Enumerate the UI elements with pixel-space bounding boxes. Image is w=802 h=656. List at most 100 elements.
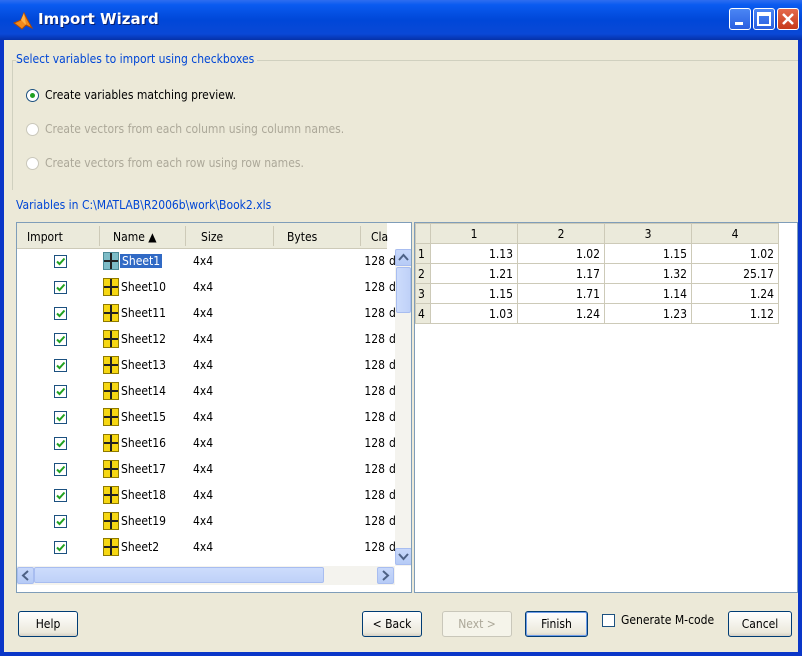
table-row[interactable]: Sheet194x4128double [17, 509, 395, 535]
table-row[interactable]: Sheet134x4128double [17, 353, 395, 379]
preview-cell[interactable]: 1.24 [517, 303, 605, 324]
variable-name: Sheet12 [121, 332, 166, 346]
import-checkbox[interactable] [54, 307, 67, 320]
title-bar[interactable]: Import Wizard [0, 0, 802, 40]
variable-matrix-icon [103, 512, 119, 530]
variable-bytes: 128 [364, 488, 385, 502]
table-row[interactable]: Sheet154x4128double [17, 405, 395, 431]
table-row[interactable]: Sheet144x4128double [17, 379, 395, 405]
checkmark-icon [56, 413, 66, 422]
generate-mcode-checkbox[interactable] [602, 614, 615, 627]
variable-bytes: 128 [364, 540, 385, 554]
preview-grid: 1 2 3 4 1 1.13 1.02 1.15 1.02 2 1.21 1.17 1.32 25.17 3… [414, 222, 798, 593]
import-checkbox[interactable] [54, 541, 67, 554]
preview-row: 1 1.13 1.02 1.15 1.02 [415, 243, 779, 264]
preview-cell[interactable]: 1.17 [517, 263, 605, 284]
table-row[interactable]: Sheet104x4128double [17, 275, 395, 301]
scroll-up-button[interactable] [395, 249, 411, 266]
column-header-name[interactable]: Name ▲ [113, 230, 157, 244]
variable-matrix-icon [103, 382, 119, 400]
scroll-down-button[interactable] [395, 548, 411, 565]
arrow-left-icon [21, 570, 29, 581]
import-checkbox[interactable] [54, 333, 67, 346]
vertical-scroll-thumb[interactable] [396, 267, 411, 313]
variable-bytes: 128 [364, 514, 385, 528]
preview-cell[interactable]: 1.32 [604, 263, 692, 284]
preview-cell[interactable]: 1.03 [430, 303, 518, 324]
help-button[interactable]: Help [18, 611, 78, 637]
table-row[interactable]: Sheet174x4128double [17, 457, 395, 483]
preview-cell[interactable]: 25.17 [691, 263, 779, 284]
variable-bytes: 128 [364, 358, 385, 372]
finish-button[interactable]: Finish [525, 611, 588, 637]
scroll-left-button[interactable] [17, 567, 34, 584]
table-row[interactable]: Sheet24x4128double [17, 535, 395, 561]
back-button-label: < Back [372, 617, 412, 631]
variable-bytes: 128 [364, 436, 385, 450]
window-title: Import Wizard [38, 10, 159, 28]
vertical-scrollbar[interactable] [395, 249, 411, 566]
preview-cell[interactable]: 1.12 [691, 303, 779, 324]
preview-row: 3 1.15 1.71 1.14 1.24 [415, 283, 779, 304]
variables-table: Import Name ▲ Size Bytes Cla Sheet1 4x4 12… [16, 222, 412, 593]
variable-name: Sheet16 [121, 436, 166, 450]
checkmark-icon [56, 257, 66, 266]
import-checkbox[interactable] [54, 463, 67, 476]
table-row[interactable]: Sheet14x4128double [17, 249, 395, 275]
import-checkbox[interactable] [54, 515, 67, 528]
horizontal-scroll-thumb[interactable] [34, 567, 324, 583]
import-checkbox[interactable] [54, 437, 67, 450]
table-row[interactable]: Sheet124x4128double [17, 327, 395, 353]
import-checkbox[interactable] [54, 255, 67, 268]
variable-size: 4x4 [193, 280, 214, 294]
preview-cell[interactable]: 1.23 [604, 303, 692, 324]
column-header-bytes[interactable]: Bytes [287, 230, 317, 244]
import-checkbox[interactable] [54, 489, 67, 502]
column-header-import[interactable]: Import [27, 230, 63, 244]
radio-button-selected[interactable] [26, 88, 39, 102]
checkmark-icon [56, 465, 66, 474]
radio-button-disabled [26, 122, 39, 136]
close-icon [782, 13, 794, 25]
options-group-label: Select variables to import using checkbo… [16, 52, 258, 66]
preview-cell[interactable]: 1.02 [691, 243, 779, 264]
table-row[interactable]: Sheet114x4128double [17, 301, 395, 327]
import-checkbox[interactable] [54, 359, 67, 372]
import-checkbox[interactable] [54, 385, 67, 398]
preview-cell[interactable]: 1.21 [430, 263, 518, 284]
variable-name: Sheet2 [121, 540, 160, 554]
variable-bytes: 128 [364, 384, 385, 398]
import-checkbox[interactable] [54, 411, 67, 424]
variable-bytes: 128 [364, 462, 385, 476]
preview-cell[interactable]: 1.15 [604, 243, 692, 264]
preview-cell[interactable]: 1.71 [517, 283, 605, 304]
preview-header-row: 1234 [415, 223, 779, 244]
variable-name: Sheet15 [121, 410, 166, 424]
radio-create-matching-label: Create variables matching preview. [45, 88, 237, 102]
variable-matrix-icon [103, 460, 119, 478]
preview-cell[interactable]: 1.15 [430, 283, 518, 304]
preview-cell[interactable]: 1.24 [691, 283, 779, 304]
preview-cell[interactable]: 1.14 [604, 283, 692, 304]
radio-create-matching[interactable]: Create variables matching preview. [26, 88, 236, 102]
table-row[interactable]: Sheet184x4128double [17, 483, 395, 509]
close-button[interactable] [777, 8, 799, 30]
preview-cell[interactable]: 1.02 [517, 243, 605, 264]
variable-matrix-icon [103, 408, 119, 426]
finish-button-label: Finish [541, 617, 572, 631]
import-checkbox[interactable] [54, 281, 67, 294]
column-header-size[interactable]: Size [201, 230, 223, 244]
checkmark-icon [56, 387, 66, 396]
back-button[interactable]: < Back [362, 611, 422, 637]
horizontal-scrollbar[interactable] [17, 566, 395, 585]
variable-matrix-icon [103, 434, 119, 452]
preview-table: 1 2 3 4 1 1.13 1.02 1.15 1.02 2 1.21 1.17 1.32 25.17 3… [415, 223, 779, 324]
minimize-button[interactable] [729, 8, 751, 30]
column-header-class[interactable]: Cla [371, 230, 388, 244]
preview-cell[interactable]: 1.13 [430, 243, 518, 264]
cancel-button[interactable]: Cancel [728, 611, 792, 637]
table-row[interactable]: Sheet164x4128double [17, 431, 395, 457]
variable-name: Sheet19 [121, 514, 166, 528]
scroll-right-button[interactable] [377, 567, 394, 584]
maximize-button[interactable] [753, 8, 775, 30]
